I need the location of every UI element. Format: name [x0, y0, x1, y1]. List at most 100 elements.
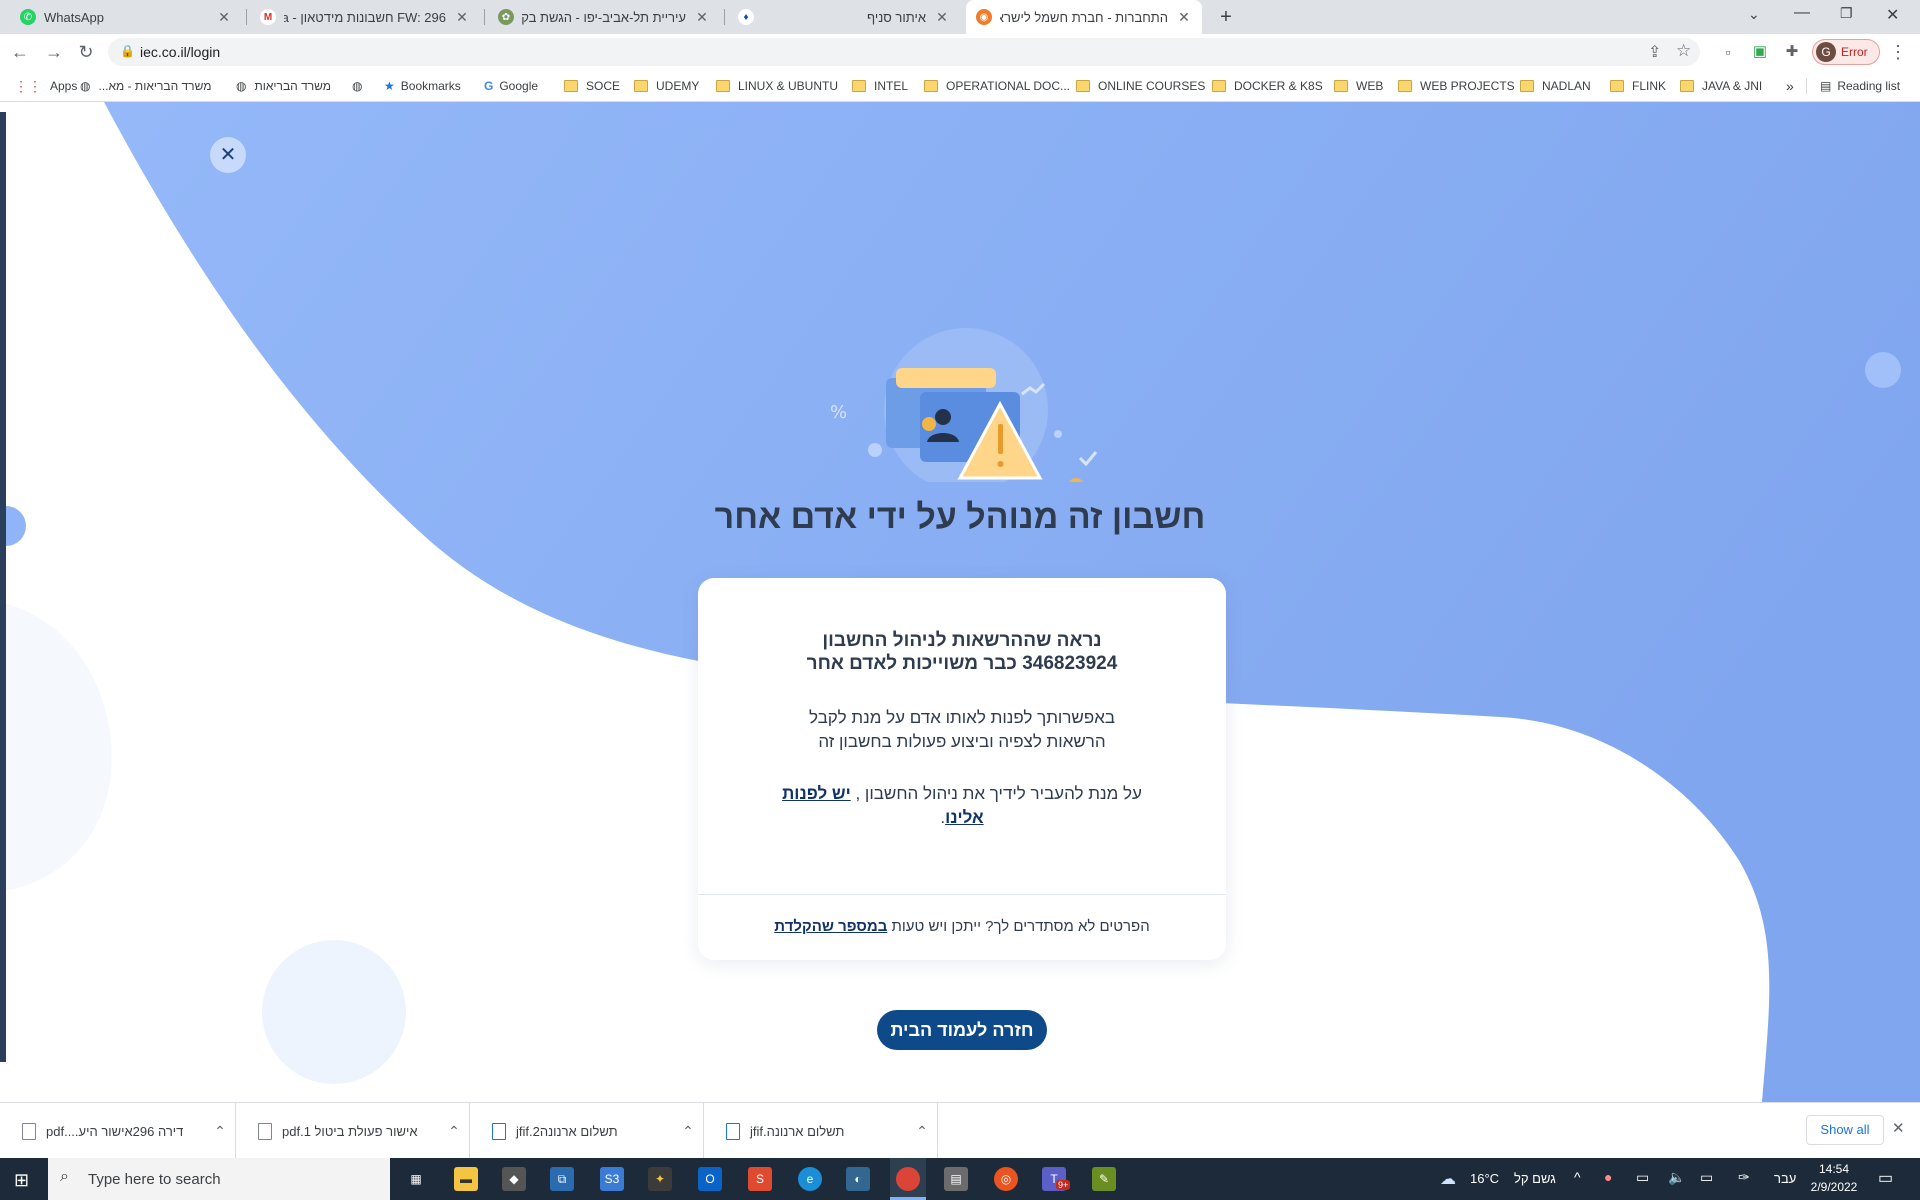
- s-app-icon[interactable]: S: [748, 1167, 772, 1191]
- bookmark-folder[interactable]: NADLAN: [1520, 76, 1591, 96]
- forward-icon[interactable]: →: [44, 42, 64, 62]
- windows-start-icon[interactable]: ⊞: [14, 1170, 29, 1191]
- page-content: ✕ % חשבון זה מנוהל על ידי אדם אחר נראה ש…: [0, 102, 1920, 1102]
- bookmark-folder[interactable]: UDEMY: [634, 76, 699, 96]
- tab-iec-login[interactable]: ◉ התחברות - חברת חשמל לישראל ✕: [966, 0, 1202, 34]
- tray-app-icon[interactable]: ●: [1604, 1169, 1612, 1185]
- tab-search-icon[interactable]: ⌄: [1748, 6, 1760, 23]
- chrome-taskbar-item[interactable]: [890, 1158, 926, 1200]
- clock-date[interactable]: 2/9/2022: [1806, 1180, 1862, 1194]
- weather-cloud-icon[interactable]: ☁: [1440, 1169, 1456, 1189]
- bookmark-google[interactable]: G Google: [484, 76, 538, 96]
- close-tab-icon[interactable]: ✕: [454, 9, 470, 26]
- bookmark-folder[interactable]: WEB PROJECTS: [1398, 76, 1515, 96]
- taskbar-search-box[interactable]: ⌕ Type here to search: [48, 1158, 390, 1200]
- battery-icon[interactable]: ▭: [1636, 1169, 1649, 1186]
- back-icon[interactable]: ←: [10, 42, 30, 62]
- bookmark-star-icon[interactable]: ☆: [1676, 41, 1691, 61]
- outlook-icon[interactable]: O: [698, 1167, 722, 1191]
- close-icon[interactable]: ✕: [210, 137, 246, 173]
- card-line-2: 346823924 כבר משוייכות לאדם אחר: [806, 653, 1118, 674]
- s3-browser-icon[interactable]: S3: [600, 1167, 624, 1191]
- minimize-icon[interactable]: —: [1794, 4, 1810, 22]
- menu-kebab-icon[interactable]: ⋮: [1888, 42, 1908, 62]
- close-tab-icon[interactable]: ✕: [934, 9, 950, 26]
- network-icon[interactable]: ▭: [1700, 1169, 1713, 1186]
- image-file-icon: [726, 1122, 740, 1140]
- restore-icon[interactable]: ❐: [1840, 5, 1853, 22]
- language-indicator[interactable]: עבר: [1774, 1171, 1796, 1186]
- extension-icon[interactable]: ▫: [1718, 42, 1738, 62]
- app-icon[interactable]: ◆: [502, 1167, 526, 1191]
- star-app-icon[interactable]: ✦: [648, 1167, 672, 1191]
- file-explorer-icon[interactable]: ▬: [454, 1167, 478, 1191]
- volume-icon[interactable]: 🔈: [1668, 1169, 1685, 1186]
- tab-title: FW: 296 חשבונות מידטאון - gilsha: [284, 9, 446, 25]
- database-icon[interactable]: ◐: [846, 1167, 870, 1191]
- edge-icon[interactable]: e: [798, 1167, 822, 1191]
- contact-us-link-continued[interactable]: אלינו: [945, 808, 984, 827]
- bookmark-bookmarks[interactable]: ★ Bookmarks: [384, 76, 461, 96]
- bookmark-folder[interactable]: LINUX & UBUNTU: [716, 76, 838, 96]
- close-tab-icon[interactable]: ✕: [1176, 9, 1192, 26]
- tab-strip: ✆ WhatsApp ✕ M FW: 296 חשבונות מידטאון -…: [0, 0, 1920, 34]
- address-bar[interactable]: 🔒 iec.co.il/login ⇪ ☆: [108, 38, 1700, 66]
- tab-branch-locator[interactable]: ♦ איתור סניף ✕: [728, 0, 960, 34]
- reload-icon[interactable]: ↻: [76, 42, 96, 62]
- download-item[interactable]: אישור פעולת ביטול 1.pdf ⌃: [236, 1103, 470, 1159]
- bookmark-folder[interactable]: SOCE: [564, 76, 620, 96]
- share-icon[interactable]: ⇪: [1648, 42, 1661, 62]
- weather-temp[interactable]: 16°C: [1470, 1171, 1499, 1186]
- bookmark-folder[interactable]: INTEL: [852, 76, 908, 96]
- chevron-up-icon[interactable]: ⌃: [205, 1123, 235, 1140]
- paint-icon[interactable]: ✎: [1092, 1167, 1116, 1191]
- contact-us-link[interactable]: יש לפנות: [782, 784, 851, 803]
- tab-tel-aviv[interactable]: ✿ עיריית תל-אביב-יפו - הגשת בקשה ✕: [488, 0, 720, 34]
- weather-text[interactable]: גשם קל: [1514, 1171, 1556, 1186]
- ubuntu-icon[interactable]: ◎: [994, 1167, 1018, 1191]
- download-item[interactable]: תשלום ארנונה.jfif ⌃: [704, 1103, 938, 1159]
- download-item[interactable]: תשלום ארנונה2.jfif ⌃: [470, 1103, 704, 1159]
- tab-gmail[interactable]: M FW: 296 חשבונות מידטאון - gilsha ✕: [250, 0, 480, 34]
- tv-extension-icon[interactable]: ▣: [1750, 42, 1770, 62]
- close-shelf-icon[interactable]: ✕: [1892, 1119, 1905, 1137]
- pen-icon[interactable]: ✑: [1738, 1169, 1750, 1186]
- extensions-puzzle-icon[interactable]: ✚: [1782, 42, 1802, 62]
- bookmark-folder[interactable]: WEB: [1334, 76, 1383, 96]
- show-all-button[interactable]: Show all: [1806, 1115, 1884, 1145]
- close-tab-icon[interactable]: ✕: [216, 9, 232, 26]
- bookmark-apps[interactable]: ⋮⋮ Apps: [14, 76, 77, 96]
- wrong-number-link[interactable]: במספר שהקלדת: [774, 918, 887, 935]
- bookmark-label: ONLINE COURSES: [1098, 79, 1206, 93]
- bookmark-health-ministry-2[interactable]: ◍ משרד הבריאות: [236, 76, 331, 96]
- folder-icon: [564, 80, 578, 92]
- search-icon: ⌕: [60, 1168, 69, 1185]
- profile-error-chip[interactable]: G Error: [1812, 39, 1880, 65]
- bookmark-folder[interactable]: JAVA & JNI: [1680, 76, 1762, 96]
- close-tab-icon[interactable]: ✕: [694, 9, 710, 26]
- bookmark-health-ministry-1[interactable]: ◍ משרד הבריאות - מא...: [80, 76, 211, 96]
- bookmark-folder[interactable]: FLINK: [1610, 76, 1666, 96]
- card-line-4: הרשאות לצפיה וביצוע פעולות בחשבון זה: [818, 732, 1106, 751]
- clock-time[interactable]: 14:54: [1806, 1162, 1862, 1176]
- bookmark-folder[interactable]: ONLINE COURSES: [1076, 76, 1205, 96]
- bookmark-globe[interactable]: ◍: [352, 76, 362, 96]
- task-view-icon[interactable]: ▦: [404, 1167, 428, 1191]
- chevron-up-icon[interactable]: ⌃: [907, 1123, 937, 1140]
- calculator-icon[interactable]: ▤: [944, 1167, 968, 1191]
- notifications-icon[interactable]: ▭: [1878, 1168, 1893, 1188]
- bookmark-folder[interactable]: DOCKER & K8S: [1212, 76, 1323, 96]
- network-app-icon[interactable]: ⧉: [550, 1167, 574, 1191]
- new-tab-icon[interactable]: +: [1214, 6, 1238, 28]
- back-to-home-button[interactable]: חזרה לעמוד הבית: [877, 1010, 1047, 1050]
- chevron-up-icon[interactable]: ⌃: [673, 1123, 703, 1140]
- bookmark-folder[interactable]: OPERATIONAL DOC...: [924, 76, 1070, 96]
- close-window-icon[interactable]: ✕: [1886, 5, 1899, 25]
- chevron-up-icon[interactable]: ⌃: [439, 1123, 469, 1140]
- download-item[interactable]: דירה 296אישור היע....pdf ⌃: [0, 1103, 236, 1159]
- tab-whatsapp[interactable]: ✆ WhatsApp ✕: [10, 0, 242, 34]
- reading-list[interactable]: ▤ Reading list: [1820, 76, 1900, 96]
- more-bookmarks-icon[interactable]: »: [1786, 76, 1794, 96]
- chevron-up-icon[interactable]: ^: [1574, 1169, 1581, 1185]
- bookmark-label: UDEMY: [656, 79, 700, 93]
